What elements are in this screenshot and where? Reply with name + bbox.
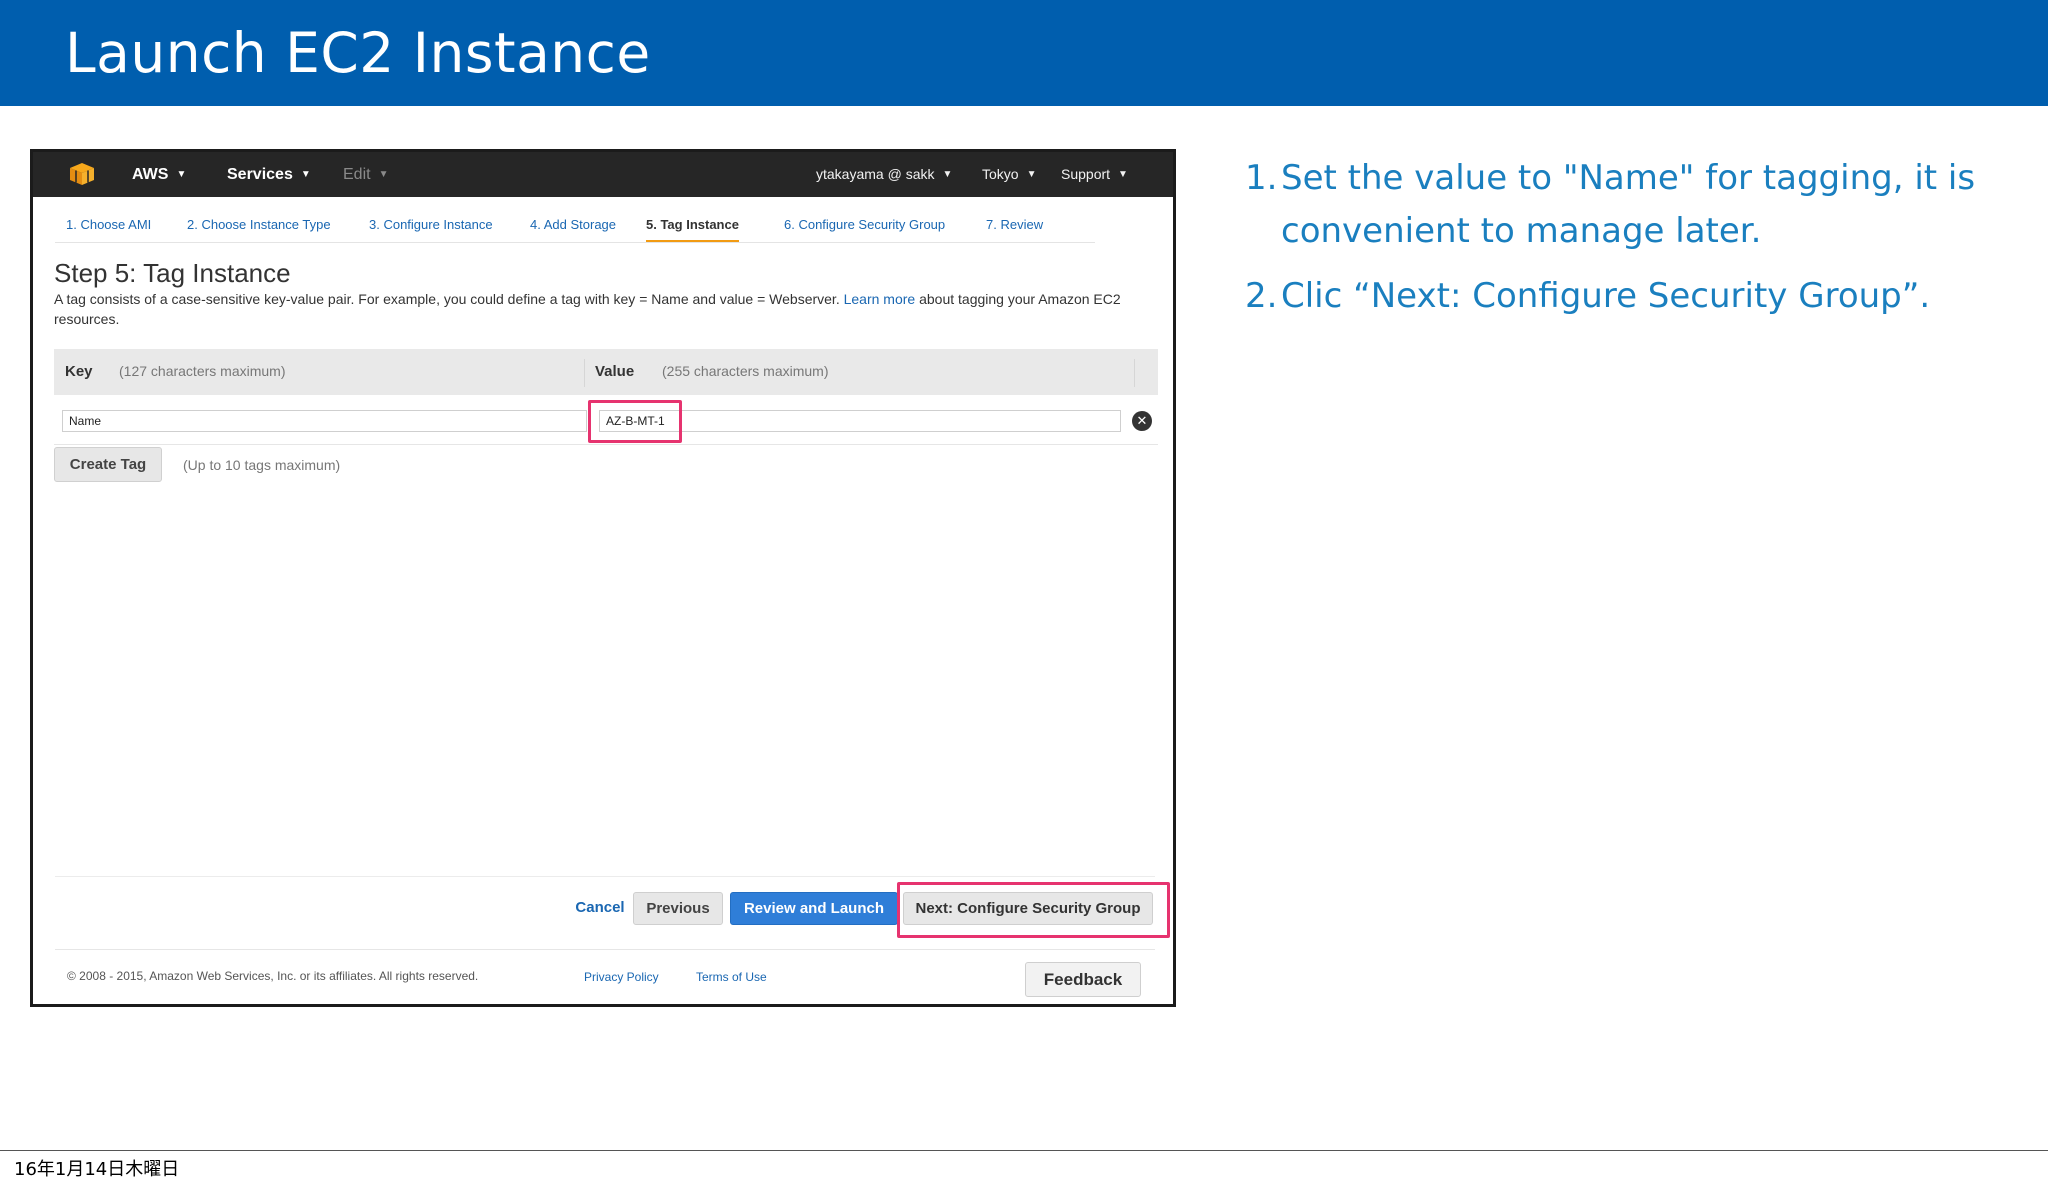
chevron-down-icon: ▼ [942,169,953,180]
key-column-header: Key [65,363,93,380]
nav-services-menu[interactable]: Services ▼ [227,152,311,197]
cancel-button[interactable]: Cancel [570,892,630,925]
wizard-step-configure-instance[interactable]: 3. Configure Instance [369,217,493,240]
divider [0,1150,2048,1151]
tag-table-header: Key (127 characters maximum) Value (255 … [54,349,1158,395]
privacy-policy-link[interactable]: Privacy Policy [584,970,659,984]
wizard-step-instance-type[interactable]: 2. Choose Instance Type [187,217,331,240]
page-title: Step 5: Tag Instance [54,258,291,288]
description-text: A tag consists of a case-sensitive key-v… [54,291,844,307]
nav-account-menu[interactable]: ytakayama @ sakk ▼ [816,152,952,197]
value-column-hint: (255 characters maximum) [662,363,829,379]
create-tag-hint: (Up to 10 tags maximum) [183,457,341,473]
copyright-text: © 2008 - 2015, Amazon Web Services, Inc.… [67,969,479,983]
divider [55,876,1155,877]
value-column-header: Value [595,363,635,380]
column-divider [1134,359,1135,387]
nav-support-label: Support [1061,166,1111,182]
divider [55,242,1095,243]
wizard-step-add-storage[interactable]: 4. Add Storage [530,217,616,240]
learn-more-link[interactable]: Learn more [844,291,916,307]
wizard-step-security-group[interactable]: 6. Configure Security Group [784,217,945,240]
slide-title-banner: Launch EC2 Instance [0,0,2048,106]
wizard-step-tag-instance[interactable]: 5. Tag Instance [646,217,739,243]
wizard-step-choose-ami[interactable]: 1. Choose AMI [66,217,151,240]
page-description: A tag consists of a case-sensitive key-v… [54,289,1164,329]
chevron-down-icon: ▼ [1118,169,1128,180]
nav-aws-label: AWS [132,166,169,183]
instruction-number: 1. [1245,158,1278,198]
nav-edit-label: Edit [343,166,371,183]
nav-aws-menu[interactable]: AWS ▼ [132,152,186,197]
instruction-number: 2. [1245,276,1278,316]
chevron-down-icon: ▼ [176,169,187,180]
nav-region-menu[interactable]: Tokyo ▼ [982,152,1036,197]
aws-top-nav: AWS ▼ Services ▼ Edit ▼ ytakayama @ sakk ▼ T… [33,152,1173,197]
nav-account-label: ytakayama @ sakk [816,166,935,182]
instruction-item: 1. Set the value to "Name" for tagging, … [1245,152,2005,258]
slide-date: 16年1月14日木曜日 [14,1159,180,1180]
create-tag-button[interactable]: Create Tag [54,447,162,482]
nav-edit-menu[interactable]: Edit ▼ [343,152,388,197]
previous-button[interactable]: Previous [633,892,723,925]
wizard-step-review[interactable]: 7. Review [986,217,1043,240]
review-and-launch-button[interactable]: Review and Launch [730,892,898,925]
instruction-text: Clic “Next: Configure Security Group”. [1281,276,1931,316]
tag-key-input[interactable] [62,410,587,432]
instruction-text: Set the value to "Name" for tagging, it … [1281,158,1976,251]
divider [55,949,1155,950]
wizard-steps: 1. Choose AMI 2. Choose Instance Type 3.… [33,197,1173,247]
column-divider [584,359,585,387]
value-highlight-box [588,400,682,443]
feedback-button[interactable]: Feedback [1025,962,1141,997]
remove-tag-icon[interactable]: ✕ [1132,411,1152,431]
chevron-down-icon: ▼ [378,169,389,180]
aws-console-screenshot: AWS ▼ Services ▼ Edit ▼ ytakayama @ sakk ▼ T… [30,149,1176,1007]
nav-support-menu[interactable]: Support ▼ [1061,152,1128,197]
instruction-item: 2. Clic “Next: Configure Security Group”… [1245,270,2005,323]
chevron-down-icon: ▼ [300,169,311,180]
chevron-down-icon: ▼ [1026,169,1037,180]
slide-title: Launch EC2 Instance [65,21,651,85]
terms-of-use-link[interactable]: Terms of Use [696,970,767,984]
next-button-highlight-box [897,882,1170,938]
nav-services-label: Services [227,166,293,183]
key-column-hint: (127 characters maximum) [119,363,286,379]
aws-cube-icon[interactable] [69,162,95,186]
nav-region-label: Tokyo [982,166,1019,182]
instructions-list: 1. Set the value to "Name" for tagging, … [1245,152,2005,335]
